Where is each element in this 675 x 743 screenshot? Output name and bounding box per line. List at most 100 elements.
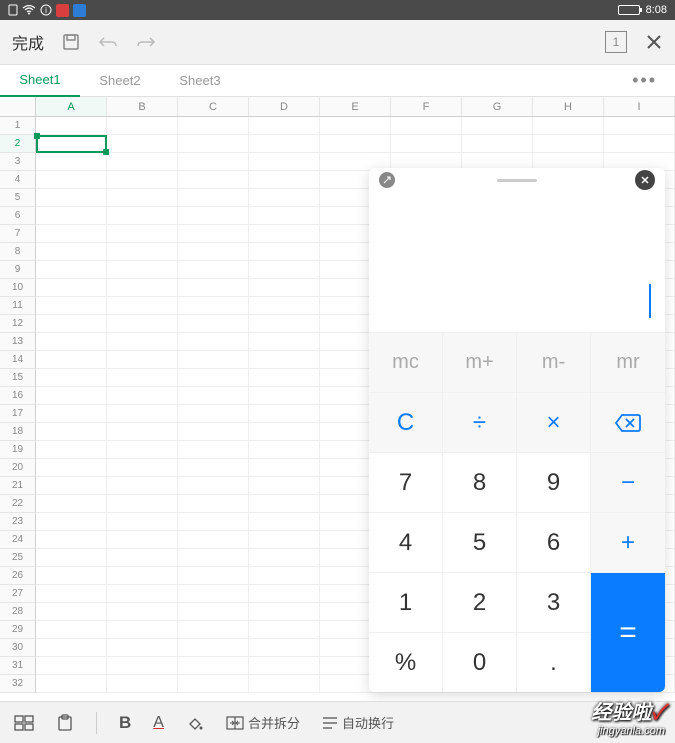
cell[interactable] <box>249 297 320 315</box>
cell[interactable] <box>107 639 178 657</box>
cell[interactable] <box>107 135 178 153</box>
cell[interactable] <box>249 369 320 387</box>
cell[interactable] <box>178 459 249 477</box>
cell[interactable] <box>604 135 675 153</box>
cell[interactable] <box>249 513 320 531</box>
cell[interactable] <box>178 567 249 585</box>
cell[interactable] <box>249 171 320 189</box>
cell[interactable] <box>178 621 249 639</box>
cell[interactable] <box>533 135 604 153</box>
cell[interactable] <box>178 153 249 171</box>
cell[interactable] <box>107 603 178 621</box>
cell[interactable] <box>178 639 249 657</box>
fill-color-button[interactable] <box>186 714 204 732</box>
cell[interactable] <box>107 189 178 207</box>
calc-mplus-button[interactable]: m+ <box>443 332 517 392</box>
cell[interactable] <box>604 117 675 135</box>
calc-6-button[interactable]: 6 <box>517 512 591 572</box>
cell[interactable] <box>36 261 107 279</box>
col-header-A[interactable]: A <box>36 97 107 116</box>
row-header[interactable]: 32 <box>0 675 36 693</box>
cell[interactable] <box>107 243 178 261</box>
cell[interactable] <box>107 567 178 585</box>
row-header[interactable]: 3 <box>0 153 36 171</box>
cell[interactable] <box>249 423 320 441</box>
cell[interactable] <box>107 495 178 513</box>
cell[interactable] <box>391 117 462 135</box>
cell[interactable] <box>249 585 320 603</box>
row-header[interactable]: 6 <box>0 207 36 225</box>
row-header[interactable]: 19 <box>0 441 36 459</box>
row-header[interactable]: 2 <box>0 135 36 153</box>
cell[interactable] <box>107 369 178 387</box>
cell[interactable] <box>178 171 249 189</box>
calc-8-button[interactable]: 8 <box>443 452 517 512</box>
cell[interactable] <box>36 603 107 621</box>
calc-plus-button[interactable]: + <box>591 512 665 572</box>
cell[interactable] <box>107 279 178 297</box>
cell[interactable] <box>36 423 107 441</box>
save-icon[interactable] <box>62 33 80 51</box>
calc-1-button[interactable]: 1 <box>369 572 443 632</box>
row-header[interactable]: 7 <box>0 225 36 243</box>
cell[interactable] <box>249 315 320 333</box>
row-header[interactable]: 13 <box>0 333 36 351</box>
cell[interactable] <box>36 639 107 657</box>
cell[interactable] <box>36 567 107 585</box>
cell[interactable] <box>107 387 178 405</box>
cell[interactable] <box>107 153 178 171</box>
cell[interactable] <box>36 243 107 261</box>
calc-percent-button[interactable]: % <box>369 632 443 692</box>
cell[interactable] <box>178 585 249 603</box>
calc-3-button[interactable]: 3 <box>517 572 591 632</box>
row-header[interactable]: 8 <box>0 243 36 261</box>
row-header[interactable]: 4 <box>0 171 36 189</box>
cell[interactable] <box>178 297 249 315</box>
close-icon[interactable] <box>645 33 663 51</box>
cell[interactable] <box>178 243 249 261</box>
calc-4-button[interactable]: 4 <box>369 512 443 572</box>
cell[interactable] <box>107 477 178 495</box>
cell[interactable] <box>178 477 249 495</box>
cell[interactable] <box>107 261 178 279</box>
calc-2-button[interactable]: 2 <box>443 572 517 632</box>
calc-clear-button[interactable]: C <box>369 392 443 452</box>
calc-mc-button[interactable]: mc <box>369 332 443 392</box>
cell[interactable] <box>36 531 107 549</box>
row-header[interactable]: 26 <box>0 567 36 585</box>
row-header[interactable]: 10 <box>0 279 36 297</box>
cell[interactable] <box>36 495 107 513</box>
cell[interactable] <box>249 657 320 675</box>
cell[interactable] <box>36 297 107 315</box>
calc-drag-handle[interactable] <box>497 179 537 182</box>
keyboard-icon[interactable] <box>14 715 34 731</box>
cell[interactable] <box>36 477 107 495</box>
row-header[interactable]: 25 <box>0 549 36 567</box>
font-color-button[interactable]: A <box>153 714 164 732</box>
redo-icon[interactable] <box>136 34 156 50</box>
cell[interactable] <box>533 117 604 135</box>
cell[interactable] <box>249 675 320 693</box>
cell[interactable] <box>249 333 320 351</box>
cell[interactable] <box>36 405 107 423</box>
col-header-C[interactable]: C <box>178 97 249 116</box>
calc-minus-button[interactable]: − <box>591 452 665 512</box>
cell[interactable] <box>178 531 249 549</box>
row-header[interactable]: 18 <box>0 423 36 441</box>
cell[interactable] <box>178 441 249 459</box>
cell[interactable] <box>249 351 320 369</box>
cell[interactable] <box>249 279 320 297</box>
cell[interactable] <box>107 405 178 423</box>
cell[interactable] <box>178 351 249 369</box>
cell[interactable] <box>178 549 249 567</box>
cell[interactable] <box>36 207 107 225</box>
cell[interactable] <box>36 459 107 477</box>
cell[interactable] <box>107 675 178 693</box>
cell[interactable] <box>178 279 249 297</box>
cell[interactable] <box>36 333 107 351</box>
col-header-B[interactable]: B <box>107 97 178 116</box>
sheet-tab-1[interactable]: Sheet1 <box>0 64 80 97</box>
calc-9-button[interactable]: 9 <box>517 452 591 512</box>
cell[interactable] <box>107 171 178 189</box>
cell[interactable] <box>462 135 533 153</box>
